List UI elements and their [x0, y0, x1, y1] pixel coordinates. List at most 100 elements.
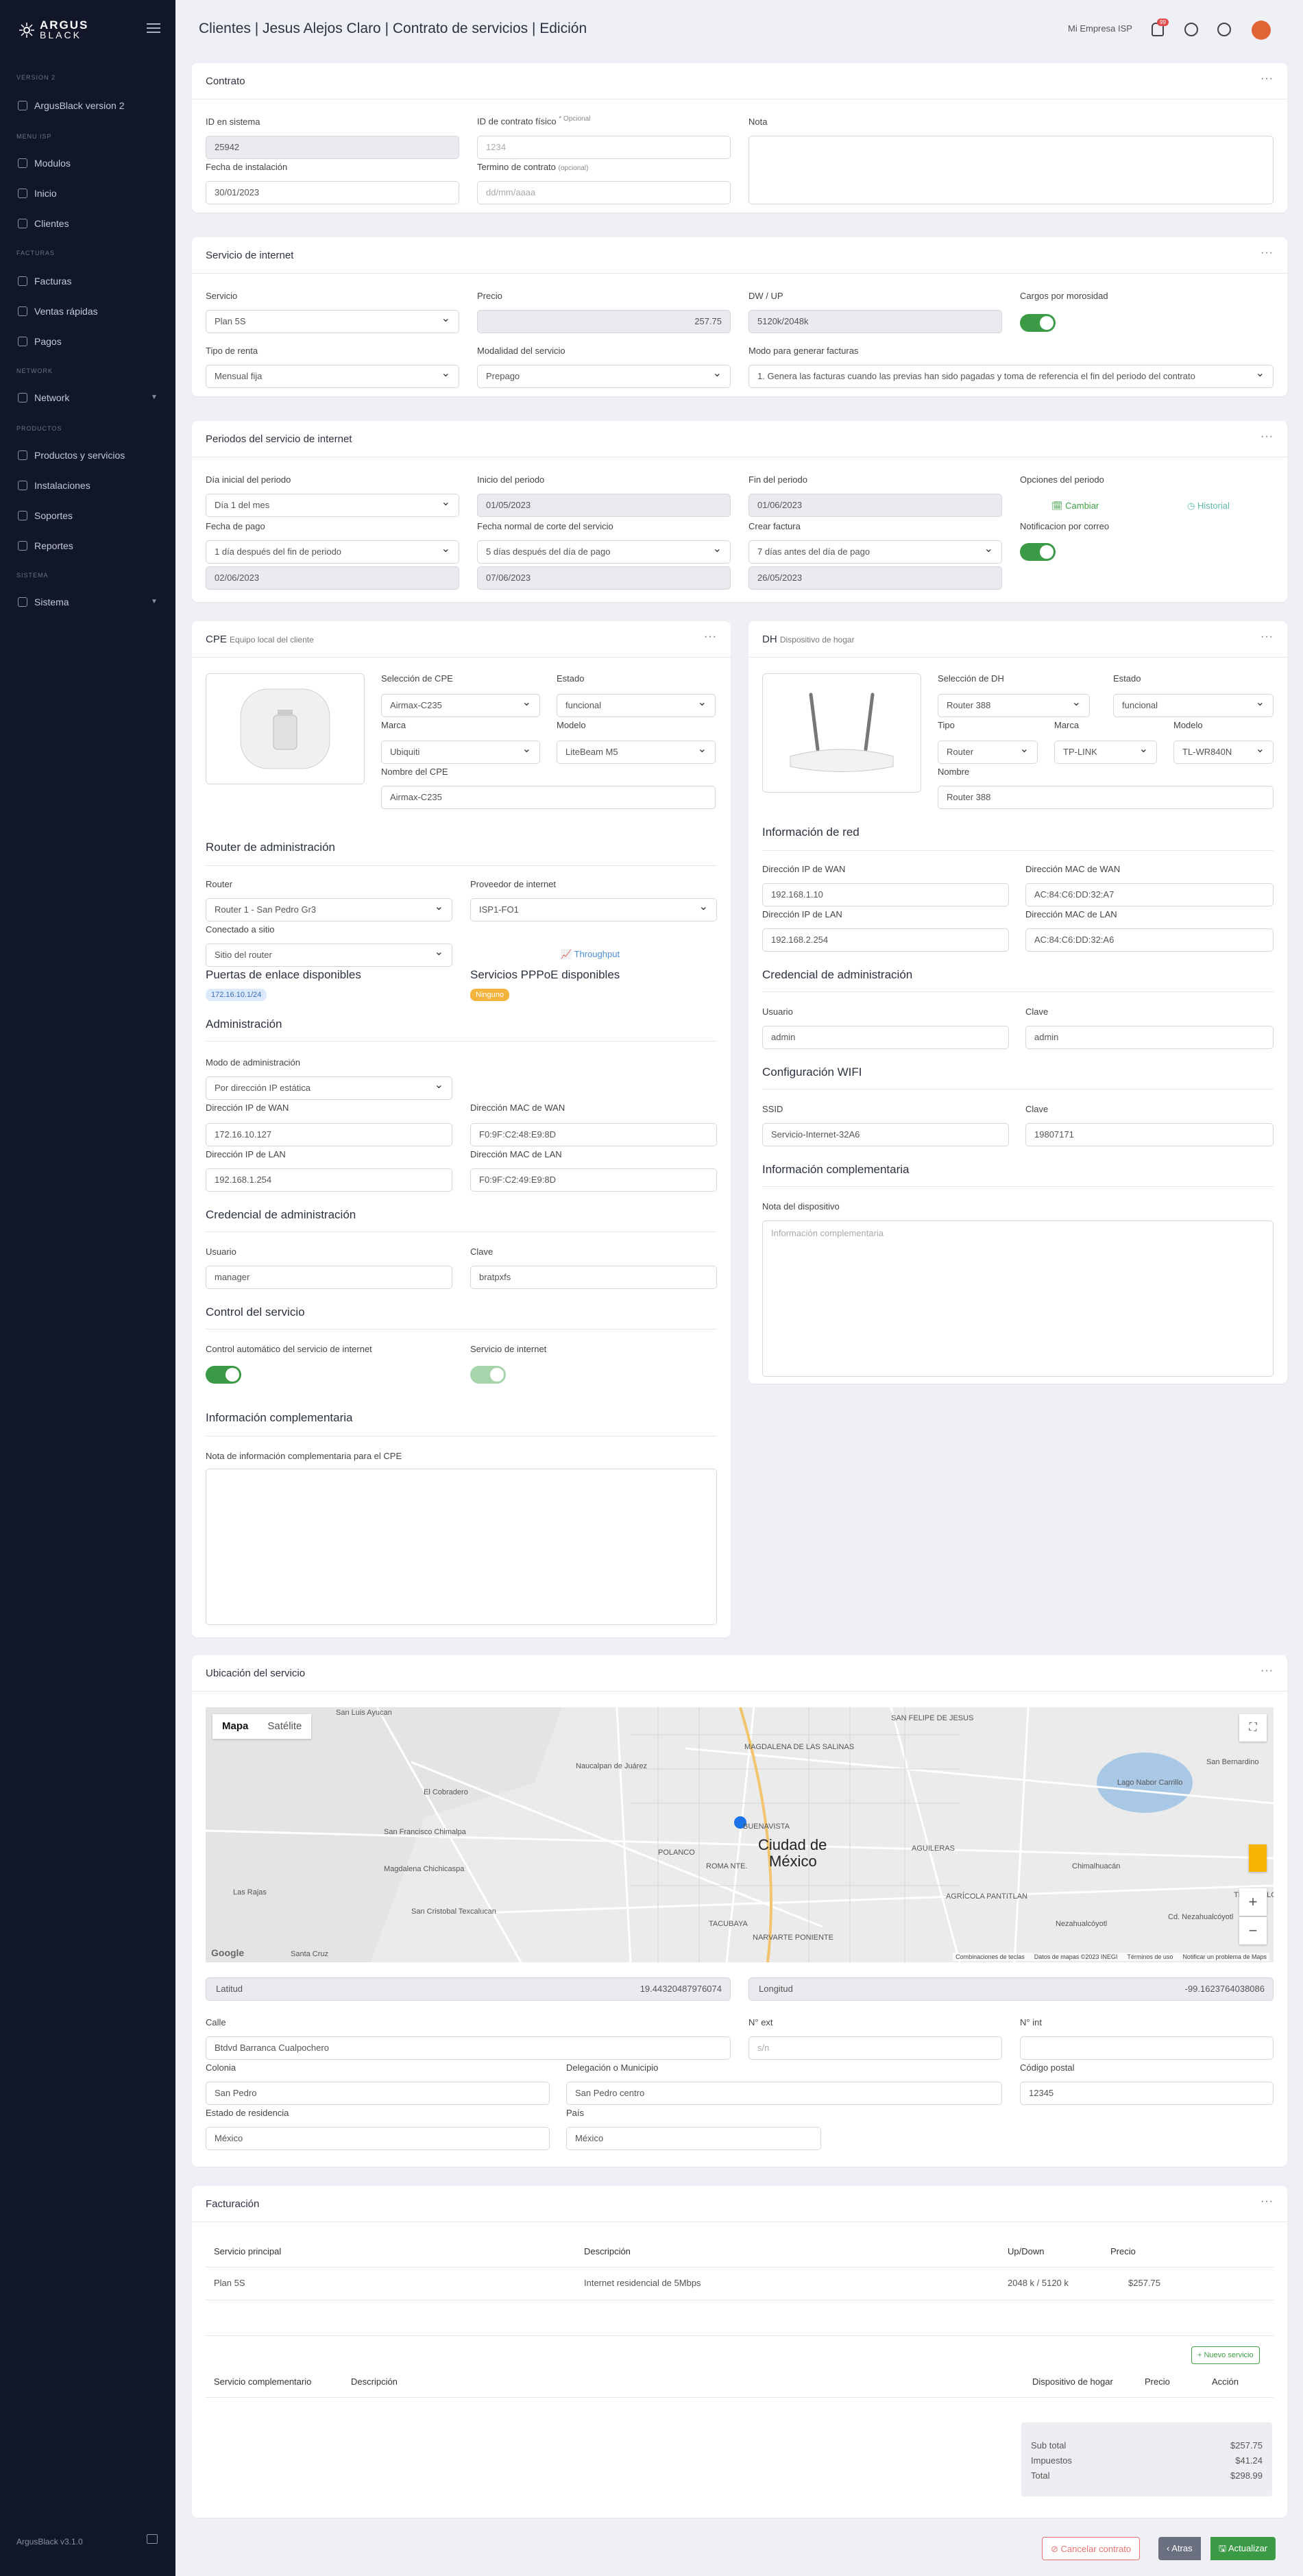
crear-select[interactable]: 7 días antes del día de pago — [748, 540, 1002, 564]
proveedor-select[interactable]: ISP1-FO1 — [470, 898, 717, 922]
cpe-estado-select[interactable]: funcional — [557, 694, 716, 717]
cpe-clave-input[interactable]: bratpxfs — [470, 1266, 717, 1289]
dia-select[interactable]: Día 1 del mes — [206, 494, 459, 517]
dh-tipo-select[interactable]: Router — [938, 741, 1038, 764]
fisico-input[interactable]: 1234 — [477, 136, 731, 159]
zoom-in-button[interactable]: + — [1239, 1888, 1267, 1916]
dh-wan-mac-input[interactable]: AC:84:C6:DD:32:A7 — [1025, 883, 1274, 906]
sidebar-item-facturas[interactable]: Facturas — [18, 276, 71, 287]
nuevo-servicio-button[interactable]: + Nuevo servicio — [1191, 2346, 1260, 2364]
sidebar-item-instalaciones[interactable]: Instalaciones — [18, 480, 90, 491]
globe-icon[interactable] — [1184, 23, 1198, 36]
dh-lan-ip-input[interactable]: 192.168.2.254 — [762, 928, 1009, 952]
estado-input[interactable]: México — [206, 2127, 550, 2150]
tab-mapa[interactable]: Mapa — [212, 1714, 258, 1739]
cpe-modelo-select[interactable]: LiteBeam M5 — [557, 741, 716, 764]
sidebar-item-sistema[interactable]: Sistema ▼ — [18, 597, 158, 607]
avatar[interactable] — [1252, 21, 1271, 40]
renta-select[interactable]: Mensual fija — [206, 365, 459, 388]
map-shortcuts-link[interactable]: Combinaciones de teclas — [955, 1953, 1025, 1960]
sidebar-item-version[interactable]: ArgusBlack version 2 — [18, 100, 125, 111]
cpe-info-textarea[interactable] — [206, 1469, 717, 1625]
cancel-contract-button[interactable]: ⊘ Cancelar contrato — [1042, 2537, 1141, 2560]
deleg-input[interactable]: San Pedro centro — [566, 2082, 1002, 2105]
dh-select[interactable]: Router 388 — [938, 694, 1090, 717]
nota-textarea[interactable] — [748, 136, 1274, 204]
service-map[interactable]: Mapa Satélite Ciudad de México San Luis … — [206, 1707, 1274, 1962]
update-button[interactable]: 🖫 Actualizar — [1210, 2537, 1276, 2560]
more-icon[interactable]: ··· — [1261, 431, 1274, 443]
dh-marca-select[interactable]: TP-LINK — [1054, 741, 1157, 764]
pago-select[interactable]: 1 día después del fin de periodo — [206, 540, 459, 564]
zoom-out-button[interactable]: − — [1239, 1917, 1267, 1945]
ext-input[interactable]: s/n — [748, 2036, 1002, 2060]
control-toggle[interactable] — [206, 1366, 241, 1384]
sidebar-item-ventas[interactable]: Ventas rápidas — [18, 306, 98, 317]
dh-clave-input[interactable]: admin — [1025, 1026, 1274, 1049]
cpe-select[interactable]: Airmax-C235 — [381, 694, 540, 717]
notif-toggle[interactable] — [1020, 543, 1056, 561]
modo-select[interactable]: 1. Genera las facturas cuando las previa… — [748, 365, 1274, 388]
more-icon[interactable]: ··· — [1261, 631, 1274, 643]
throughput-link[interactable]: 📈 Throughput — [561, 949, 620, 960]
pegman-icon[interactable] — [1249, 1844, 1267, 1872]
dh-usuario-input[interactable]: admin — [762, 1026, 1009, 1049]
sidebar-item-pagos[interactable]: Pagos — [18, 336, 62, 347]
map-report-link[interactable]: Notificar un problema de Maps — [1182, 1953, 1267, 1960]
sidebar-item-network[interactable]: Network ▼ — [18, 392, 158, 403]
page-title: Clientes | Jesus Alejos Claro | Contrato… — [199, 21, 587, 36]
more-icon[interactable]: ··· — [704, 631, 717, 643]
more-icon[interactable]: ··· — [1261, 2195, 1274, 2208]
cpe-usuario-input[interactable]: manager — [206, 1266, 452, 1289]
ssid-input[interactable]: Servicio-Internet-32A6 — [762, 1123, 1009, 1146]
dh-lan-mac-input[interactable]: AC:84:C6:DD:32:A6 — [1025, 928, 1274, 952]
sidebar-item-soportes[interactable]: Soportes — [18, 510, 73, 521]
company-name[interactable]: Mi Empresa ISP — [1068, 23, 1132, 34]
back-button[interactable]: ‹ Atras — [1158, 2537, 1201, 2560]
brand-logo[interactable]: ARGUS BLACK — [19, 19, 88, 40]
calle-input[interactable]: Btdvd Barranca Cualpochero — [206, 2036, 731, 2060]
modo-admin-select[interactable]: Por dirección IP estática — [206, 1076, 452, 1100]
cp-input[interactable]: 12345 — [1020, 2082, 1274, 2105]
servicio-select[interactable]: Plan 5S — [206, 310, 459, 333]
colonia-input[interactable]: San Pedro — [206, 2082, 550, 2105]
cpe-lan-mac-input[interactable]: F0:9F:C2:49:E9:8D — [470, 1168, 717, 1192]
router-select[interactable]: Router 1 - San Pedro Gr3 — [206, 898, 452, 922]
dh-wan-ip-input[interactable]: 192.168.1.10 — [762, 883, 1009, 906]
menu-toggle-icon[interactable] — [147, 23, 160, 33]
cpe-wan-ip-input[interactable]: 172.16.10.127 — [206, 1123, 452, 1146]
sidebar-item-inicio[interactable]: Inicio — [18, 188, 57, 199]
termino-input[interactable]: dd/mm/aaaa — [477, 181, 731, 204]
cpe-lan-ip-input[interactable]: 192.168.1.254 — [206, 1168, 452, 1192]
help-icon[interactable] — [1217, 23, 1231, 36]
more-icon[interactable]: ··· — [1261, 73, 1274, 85]
sidebar-item-modulos[interactable]: Modulos — [18, 158, 71, 169]
sidebar-item-reportes[interactable]: Reportes — [18, 540, 73, 551]
cambiar-link[interactable]: 🗓 Cambiar — [1051, 501, 1099, 511]
cpe-marca-select[interactable]: Ubiquiti — [381, 741, 540, 764]
historial-link[interactable]: ◷ Historial — [1187, 501, 1230, 511]
fullscreen-icon[interactable]: ⛶ — [1239, 1714, 1267, 1742]
fecha-input[interactable]: 30/01/2023 — [206, 181, 459, 204]
wifi-clave-input[interactable]: 19807171 — [1025, 1123, 1274, 1146]
dh-nombre-input[interactable]: Router 388 — [938, 786, 1274, 809]
more-icon[interactable]: ··· — [1261, 1665, 1274, 1677]
more-icon[interactable]: ··· — [1261, 247, 1274, 259]
sidebar-item-clientes[interactable]: Clientes — [18, 218, 69, 229]
modalidad-select[interactable]: Prepago — [477, 365, 731, 388]
servicio-internet-toggle[interactable] — [470, 1366, 506, 1384]
cargos-toggle[interactable] — [1020, 314, 1056, 332]
dh-modelo-select[interactable]: TL-WR840N — [1173, 741, 1274, 764]
tab-satelite[interactable]: Satélite — [258, 1714, 311, 1739]
dh-nota-textarea[interactable]: Información complementaria — [762, 1220, 1274, 1377]
pais-input[interactable]: México — [566, 2127, 821, 2150]
sidebar-item-productos[interactable]: Productos y servicios — [18, 450, 125, 461]
conectado-select[interactable]: Sitio del router — [206, 943, 452, 967]
int-input[interactable] — [1020, 2036, 1274, 2060]
collapse-icon[interactable] — [147, 2534, 158, 2544]
cpe-wan-mac-input[interactable]: F0:9F:C2:48:E9:8D — [470, 1123, 717, 1146]
cpe-nombre-input[interactable]: Airmax-C235 — [381, 786, 716, 809]
map-terms-link[interactable]: Términos de uso — [1127, 1953, 1173, 1960]
corte-select[interactable]: 5 días después del día de pago — [477, 540, 731, 564]
dh-estado-select[interactable]: funcional — [1113, 694, 1274, 717]
